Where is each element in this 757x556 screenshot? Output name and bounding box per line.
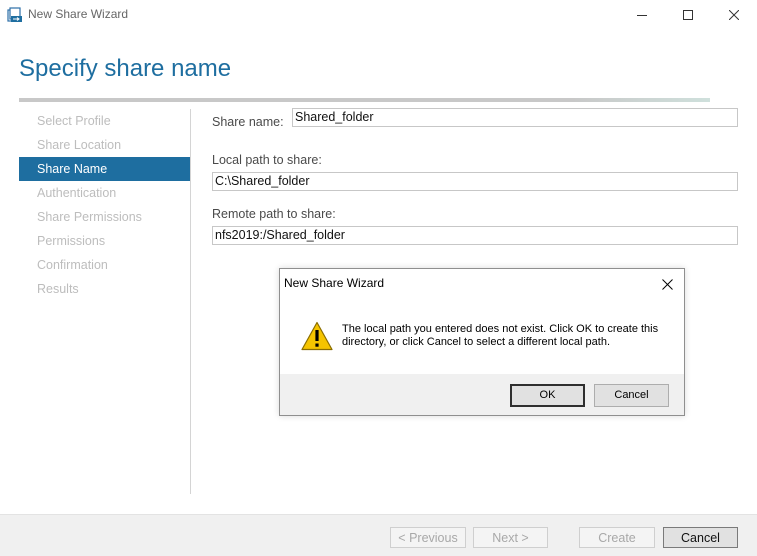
window-title: New Share Wizard <box>28 7 129 21</box>
dialog-cancel-button[interactable]: Cancel <box>594 384 669 407</box>
nav-item-share-location: Share Location <box>37 138 122 152</box>
page-title: Specify share name <box>19 55 232 82</box>
path-not-exist-dialog: New Share Wizard The local path you ente… <box>279 268 685 416</box>
new-share-wizard-window: New Share Wizard Specify share name Sele… <box>0 0 757 556</box>
maximize-icon <box>683 10 693 20</box>
share-name-input[interactable]: Shared_folder <box>292 108 738 127</box>
nav-item-authentication: Authentication <box>37 186 117 200</box>
title-bar: New Share Wizard <box>0 0 757 30</box>
dialog-title: New Share Wizard <box>284 276 385 290</box>
close-window-button[interactable] <box>711 0 757 30</box>
local-path-label: Local path to share: <box>212 153 322 167</box>
share-wizard-icon <box>7 7 23 23</box>
header-divider <box>19 98 710 102</box>
share-name-label: Share name: <box>212 115 284 129</box>
close-icon <box>729 10 739 20</box>
nav-item-confirmation: Confirmation <box>37 258 108 272</box>
previous-button[interactable]: < Previous <box>390 527 466 548</box>
minimize-button[interactable] <box>619 0 665 30</box>
create-button[interactable]: Create <box>579 527 655 548</box>
nav-item-share-permissions: Share Permissions <box>37 210 142 224</box>
remote-path-field: nfs2019:/Shared_folder <box>212 226 738 245</box>
nav-item-permissions: Permissions <box>37 234 106 248</box>
nav-item-results: Results <box>37 282 79 296</box>
local-path-input[interactable]: C:\Shared_folder <box>212 172 738 191</box>
dialog-message: The local path you entered does not exis… <box>342 323 659 348</box>
maximize-button[interactable] <box>665 0 711 30</box>
close-icon <box>661 278 673 290</box>
warning-icon <box>301 321 333 351</box>
dialog-button-bar: OK Cancel <box>280 374 684 415</box>
dialog-close-button[interactable] <box>656 274 678 294</box>
cancel-button[interactable]: Cancel <box>663 527 738 548</box>
nav-item-share-name[interactable]: Share Name <box>19 157 190 181</box>
nav-divider <box>190 109 191 494</box>
minimize-icon <box>637 15 647 16</box>
ok-button[interactable]: OK <box>510 384 585 407</box>
wizard-nav: Select Profile Share Location Share Name… <box>19 109 190 301</box>
wizard-footer: < Previous Next > Create Cancel <box>0 514 757 556</box>
remote-path-label: Remote path to share: <box>212 207 336 221</box>
next-button[interactable]: Next > <box>473 527 548 548</box>
nav-item-select-profile: Select Profile <box>37 114 111 128</box>
